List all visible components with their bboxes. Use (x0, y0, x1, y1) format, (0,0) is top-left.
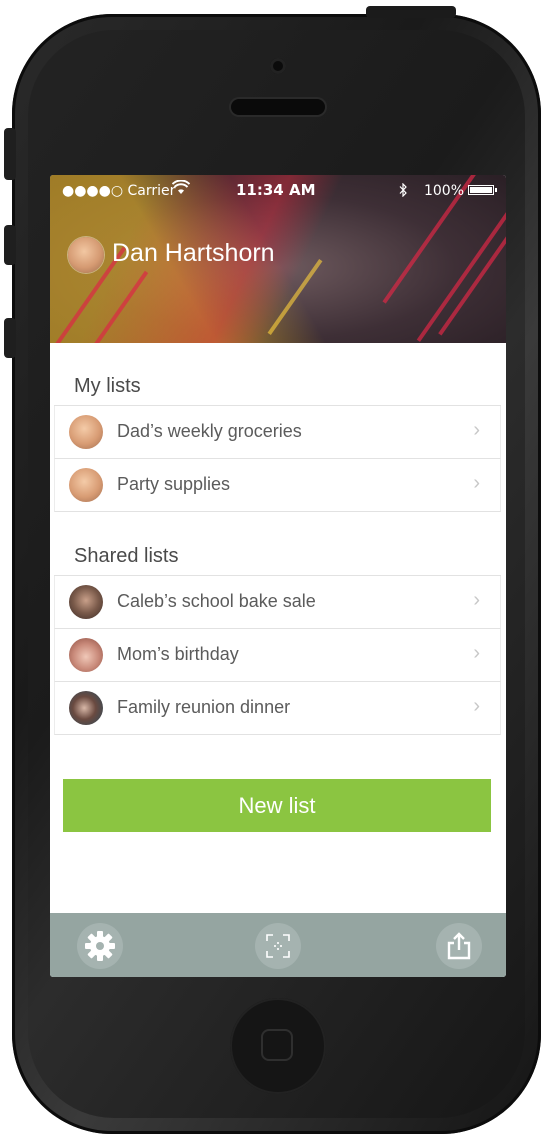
list-item-label: Party supplies (117, 474, 231, 494)
scan-icon (264, 932, 292, 960)
earpiece-speaker (231, 99, 325, 115)
list-item-label: Mom’s birthday (117, 644, 239, 664)
app-screen: ●●●●○ Carrier 11:34 AM 100% Dan Hartshor… (50, 175, 506, 977)
list-owner-avatar (69, 638, 103, 672)
power-button (366, 6, 456, 18)
profile-header: ●●●●○ Carrier 11:34 AM 100% Dan Hartshor… (50, 175, 506, 343)
mute-switch (4, 128, 16, 180)
volume-down-button (4, 318, 16, 358)
battery-percent: 100% (423, 183, 464, 199)
list-owner-avatar (69, 585, 103, 619)
new-list-button[interactable]: New list (63, 779, 491, 832)
list-item[interactable]: Mom’s birthday › (54, 629, 501, 682)
profile-avatar[interactable] (68, 237, 104, 273)
chevron-right-icon: › (473, 695, 480, 717)
my-lists-title: My lists (74, 375, 141, 397)
list-owner-avatar (69, 468, 103, 502)
list-item[interactable]: Dad’s weekly groceries › (54, 406, 501, 459)
status-time: 11:34 AM (236, 181, 316, 199)
share-icon (444, 931, 474, 961)
my-lists: Dad’s weekly groceries › Party supplies … (54, 405, 501, 512)
list-owner-avatar (69, 691, 103, 725)
list-owner-avatar (69, 415, 103, 449)
bluetooth-icon (398, 182, 408, 201)
bottom-toolbar (50, 913, 506, 977)
chevron-right-icon: › (473, 589, 480, 611)
front-camera (270, 58, 286, 74)
settings-button[interactable] (77, 923, 123, 969)
gear-icon (82, 928, 118, 964)
profile-name: Dan Hartshorn (112, 239, 275, 267)
share-button[interactable] (436, 923, 482, 969)
chevron-right-icon: › (473, 642, 480, 664)
carrier-signal: ●●●●○ Carrier (62, 183, 176, 199)
chevron-right-icon: › (473, 472, 480, 494)
home-button-icon (261, 1029, 293, 1061)
list-item-label: Dad’s weekly groceries (117, 421, 302, 441)
list-item[interactable]: Party supplies › (54, 459, 501, 512)
battery-icon (468, 185, 494, 195)
list-item-label: Family reunion dinner (117, 697, 291, 717)
scan-button[interactable] (255, 923, 301, 969)
list-item[interactable]: Caleb’s school bake sale › (54, 576, 501, 629)
list-item[interactable]: Family reunion dinner › (54, 682, 501, 735)
shared-lists-title: Shared lists (74, 545, 179, 567)
shared-lists: Caleb’s school bake sale › Mom’s birthda… (54, 575, 501, 735)
volume-up-button (4, 225, 16, 265)
home-button[interactable] (230, 998, 326, 1094)
chevron-right-icon: › (473, 419, 480, 441)
wifi-icon (171, 179, 191, 200)
status-bar: ●●●●○ Carrier 11:34 AM 100% (50, 175, 506, 203)
list-item-label: Caleb’s school bake sale (117, 591, 316, 611)
